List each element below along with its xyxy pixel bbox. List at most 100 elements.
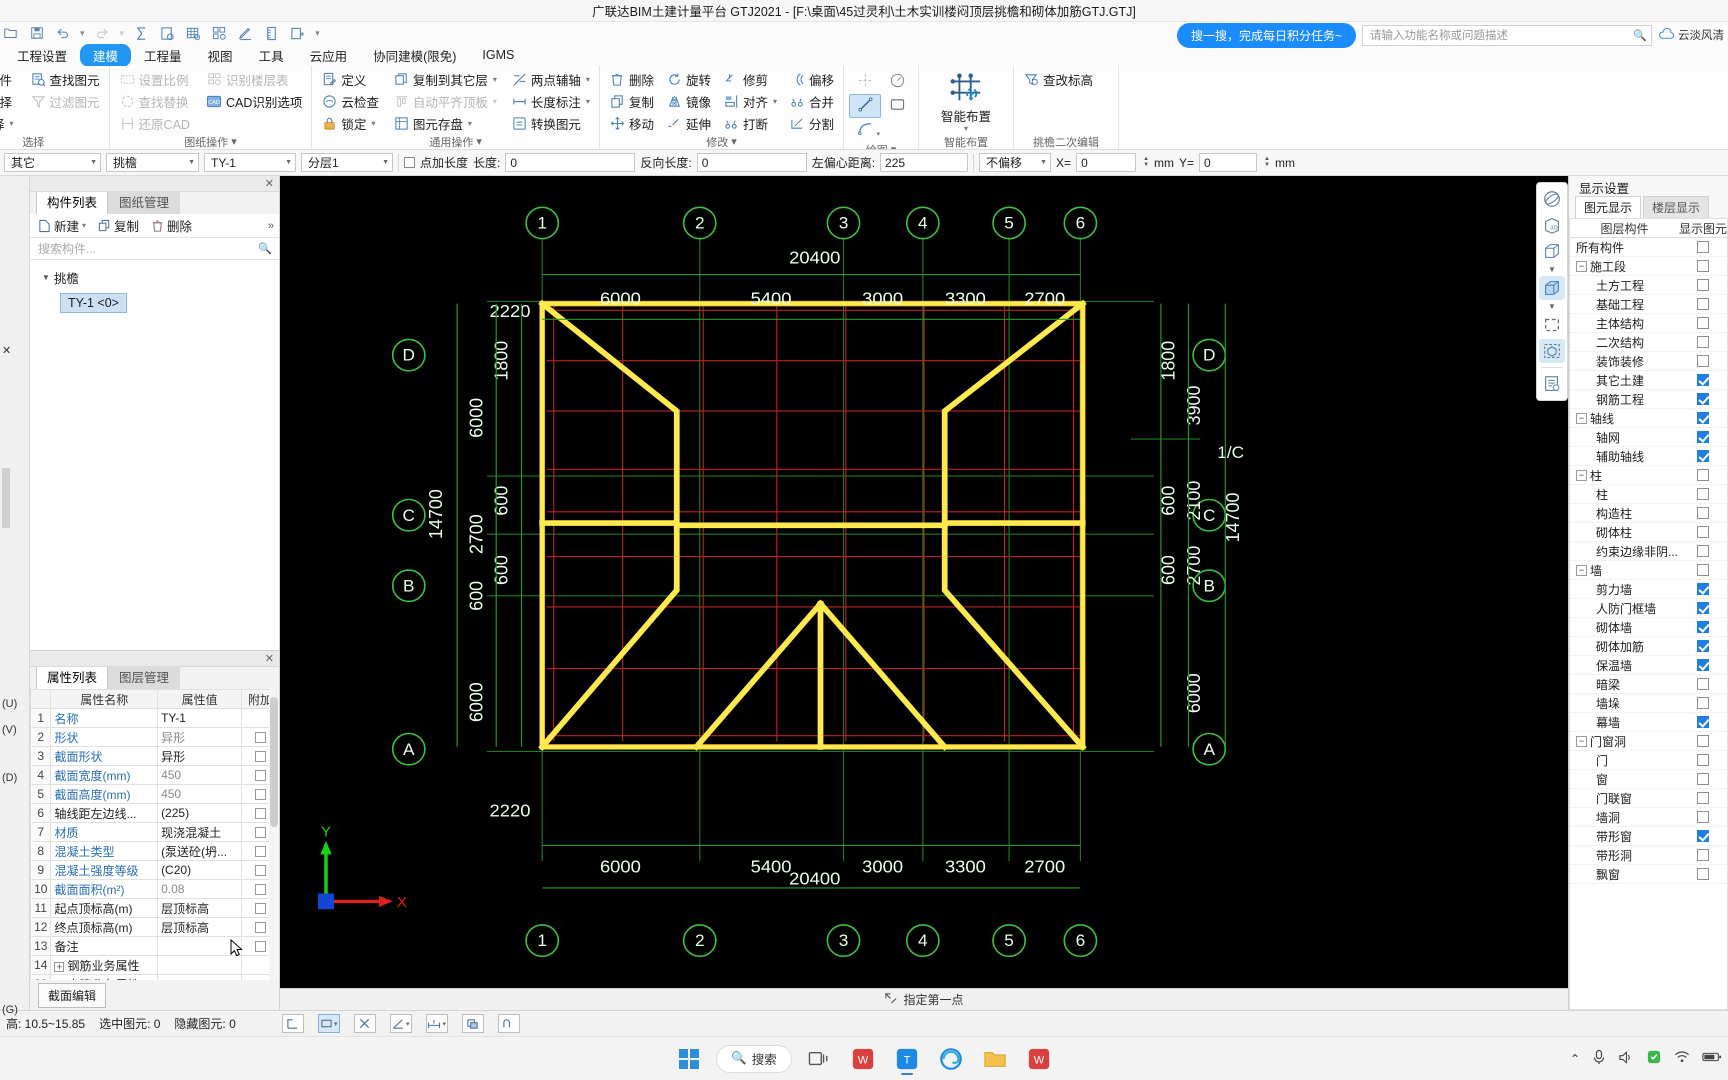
draw-tool-dial[interactable] — [881, 70, 913, 94]
list-view-icon[interactable] — [1539, 372, 1565, 396]
cad-drawing[interactable]: 1 2 3 4 5 6 1 2 3 4 5 6 D C B A D C B A 1/C 20400 2040… — [280, 176, 1568, 1010]
group-icon[interactable] — [211, 25, 228, 41]
list-item[interactable]: 其它土建 — [1570, 371, 1727, 390]
cad-canvas[interactable]: 1 2 3 4 5 6 1 2 3 4 5 6 D C B A D C B A 1/C 20400 2040… — [280, 176, 1568, 1010]
component-panel-tabs[interactable]: 构件列表 图纸管理 — [30, 188, 279, 214]
list-item[interactable]: 剪力墙 — [1570, 580, 1727, 599]
chevron-down-icon[interactable]: ▾ — [468, 119, 472, 128]
polyline-icon[interactable] — [497, 1014, 520, 1033]
cube-filled-icon[interactable] — [1539, 276, 1565, 300]
collapse-icon[interactable]: − — [1576, 735, 1587, 747]
screenshot-icon[interactable] — [1646, 1049, 1662, 1068]
display-settings-list[interactable]: 所有构件 − 施工段 土方工程 基础工程 主体结构 二次结构 装饰装修 其它土建 … — [1569, 238, 1728, 1010]
list-item[interactable]: − 施工段 — [1570, 257, 1727, 276]
list-item[interactable]: 门联窗 — [1570, 789, 1727, 808]
chevron-down-icon[interactable]: ▼ — [376, 159, 389, 166]
checkbox[interactable] — [254, 827, 266, 839]
tab-element-display[interactable]: 图元显示 — [1575, 196, 1642, 218]
rail-handle[interactable] — [2, 468, 10, 528]
ribbon-btn-cloud-check[interactable]: 云检查 — [317, 91, 383, 112]
speaker-icon[interactable] — [1618, 1050, 1634, 1068]
visibility-checkbox[interactable] — [1697, 830, 1709, 842]
scrollbar-thumb[interactable] — [270, 697, 278, 827]
save-icon[interactable] — [28, 25, 45, 41]
visibility-checkbox[interactable] — [1697, 545, 1709, 557]
chevron-down-icon[interactable]: ▼ — [182, 159, 195, 166]
input-x[interactable]: 0 — [1076, 153, 1137, 172]
row-value[interactable]: 450 — [157, 765, 243, 785]
ribbon-btn-cad-options[interactable]: CAD CAD识别选项 — [202, 91, 306, 112]
list-item[interactable]: 墙洞 — [1570, 808, 1727, 827]
explorer-icon[interactable] — [978, 1042, 1012, 1076]
row-value[interactable]: (泵送砼(坍... — [157, 841, 243, 861]
menu-item-2[interactable]: 工程量 — [131, 44, 195, 67]
rail-close-icon[interactable]: ✕ — [2, 344, 11, 357]
table-row[interactable]: 10 截面面积(m²) 0.08 — [30, 879, 279, 899]
clip-cube-icon[interactable] — [1539, 339, 1565, 363]
open-icon[interactable] — [2, 25, 19, 41]
section-edit-button[interactable]: 截面编辑 — [38, 982, 107, 1008]
table-row[interactable]: 14 + 钢筋业务属性 — [30, 955, 279, 975]
input-length[interactable]: 0 — [505, 153, 636, 172]
ribbon-btn-attr-select[interactable]: 性选择 ▾ — [0, 113, 18, 134]
visibility-checkbox[interactable] — [1697, 260, 1709, 272]
chevron-down-icon[interactable]: ▼ — [1034, 159, 1047, 166]
cube-outline-icon[interactable] — [1539, 239, 1565, 263]
list-item[interactable]: 砌体柱 — [1570, 523, 1727, 542]
visibility-checkbox[interactable] — [1697, 431, 1709, 443]
table-row[interactable]: 1 名称 TY-1 — [30, 708, 279, 728]
windows-taskbar[interactable]: 🔍 搜索 W T W ⌃ — [0, 1036, 1728, 1080]
new-component-button[interactable]: 新建 ▾ — [38, 216, 86, 235]
draw-tool-arc[interactable]: ▾ — [849, 118, 881, 142]
row-value[interactable]: 0.08 — [157, 879, 243, 899]
combo-member[interactable]: TY-1 ▼ — [204, 153, 296, 172]
wifi-icon[interactable] — [1674, 1050, 1690, 1067]
collapse-icon[interactable]: − — [1576, 260, 1587, 272]
table-row[interactable]: 7 材质 现浇混凝土 — [30, 822, 279, 842]
display-settings-tabs[interactable]: 图元显示 楼层显示 — [1569, 196, 1728, 218]
mic-icon[interactable] — [1592, 1049, 1606, 1068]
ribbon-btn-break[interactable]: 打断 — [719, 113, 781, 134]
overflow-icon[interactable]: ▾ — [315, 28, 320, 39]
chevron-down-icon[interactable]: ▾ — [877, 130, 881, 138]
ribbon-btn-split[interactable]: 分割 — [785, 113, 838, 134]
list-item[interactable]: 门 — [1570, 751, 1727, 770]
table-row[interactable]: 8 混凝土类型 (泵送砼(坍... — [30, 841, 279, 861]
spinner-y[interactable]: ▲ ▼ — [1264, 156, 1270, 168]
table-row[interactable]: 11 起点顶标高(m) 层顶标高 — [30, 898, 279, 918]
checkbox[interactable] — [254, 865, 266, 877]
list-item[interactable]: 人防门框墙 — [1570, 599, 1727, 618]
list-item[interactable]: 飘窗 — [1570, 865, 1727, 884]
ribbon-btn-extend[interactable]: 延伸 — [662, 113, 715, 134]
list-item[interactable]: 幕墙 — [1570, 713, 1727, 732]
properties-scrollbar[interactable] — [269, 689, 279, 980]
component-search-input[interactable]: 搜索构件... 🔍 — [30, 238, 279, 260]
chevron-up-icon[interactable]: ⌃ — [1570, 1052, 1580, 1066]
ribbon-btn-find-element[interactable]: 查找图元 — [26, 69, 104, 90]
chevron-down-icon[interactable]: ▼ — [42, 273, 50, 282]
ribbon-btn-save-element[interactable]: 图元存盘 ▾ — [389, 113, 501, 134]
report-icon[interactable] — [159, 25, 176, 41]
list-item[interactable]: 带形洞 — [1570, 846, 1727, 865]
layer-icon[interactable] — [461, 1014, 484, 1033]
draw-tool-rect[interactable] — [881, 94, 913, 118]
visibility-checkbox[interactable] — [1697, 583, 1709, 595]
properties-tabs[interactable]: 属性列表 图层管理 — [30, 663, 279, 689]
ribbon-btn-copy-to-other-floor[interactable]: 复制到其它层 ▾ — [389, 69, 501, 90]
list-item[interactable]: 带形窗 — [1570, 827, 1727, 846]
chevron-down-icon[interactable]: ▾ — [442, 1020, 446, 1028]
promo-pill[interactable]: 搜一搜，完成每日积分任务~ — [1176, 22, 1356, 48]
sum-icon[interactable] — [133, 25, 150, 41]
visibility-checkbox[interactable] — [1697, 355, 1709, 367]
checkbox[interactable] — [254, 751, 266, 763]
group-dialog-caret-icon[interactable]: ▾ — [231, 135, 237, 148]
row-value[interactable]: TY-1 — [157, 708, 243, 728]
caret-down-icon[interactable]: ▼ — [1539, 265, 1565, 274]
visibility-checkbox[interactable] — [1697, 811, 1709, 823]
row-name-cell[interactable]: + 钢筋业务属性 — [50, 955, 159, 975]
search-icon[interactable]: 🔍 — [258, 242, 272, 255]
list-item[interactable]: − 柱 — [1570, 466, 1727, 485]
visibility-checkbox[interactable] — [1697, 564, 1709, 576]
menu-item-4[interactable]: 工具 — [246, 44, 297, 67]
close-icon[interactable]: ✕ — [265, 652, 274, 665]
